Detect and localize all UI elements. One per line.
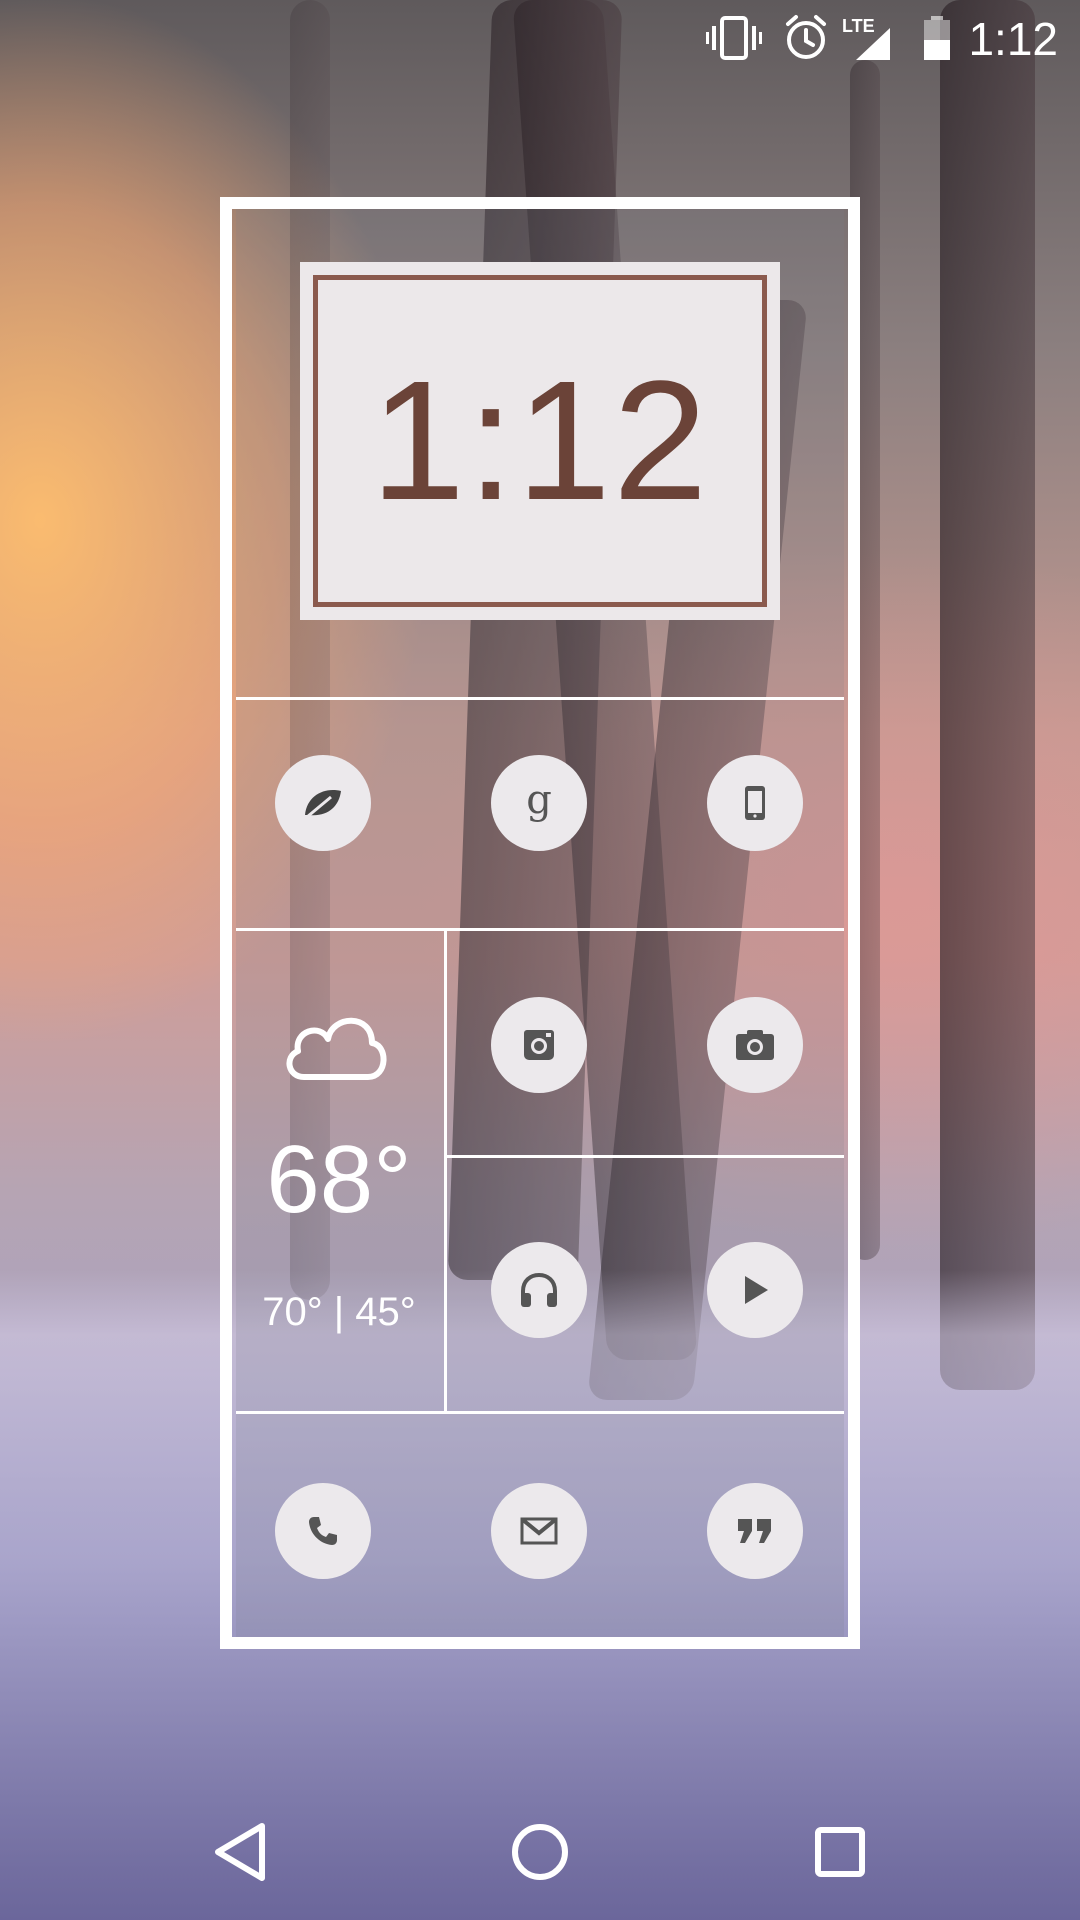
phone-device-button[interactable] <box>707 755 803 851</box>
play-store-button[interactable] <box>707 1242 803 1338</box>
cloud-icon <box>286 1017 387 1080</box>
divider <box>236 1411 844 1414</box>
lte-label: LTE <box>842 16 875 36</box>
divider <box>447 1155 844 1158</box>
music-button[interactable] <box>491 1242 587 1338</box>
divider <box>236 928 844 931</box>
clock-time[interactable]: 1:12 <box>300 262 780 620</box>
back-button[interactable] <box>210 1820 270 1889</box>
home-icon <box>512 1824 568 1880</box>
google-app-button[interactable]: g <box>491 755 587 851</box>
gmail-icon <box>520 1517 558 1545</box>
camera-icon <box>736 1030 774 1060</box>
hangouts-icon <box>738 1519 771 1543</box>
status-time: 1:12 <box>968 13 1058 65</box>
phone-call-button[interactable] <box>275 1483 371 1579</box>
back-icon <box>215 1823 265 1881</box>
camera-button[interactable] <box>707 997 803 1093</box>
alarm-icon <box>782 14 830 67</box>
status-bar: LTE 1:12 <box>0 0 1080 78</box>
divider <box>236 697 844 700</box>
play-icon <box>745 1276 768 1304</box>
phone-device-icon <box>745 786 765 820</box>
leaf-app-button[interactable] <box>275 755 371 851</box>
headphones-icon <box>521 1272 557 1307</box>
phone-call-icon <box>309 1517 337 1545</box>
instagram-icon <box>524 1030 554 1060</box>
recents-icon <box>815 1827 865 1877</box>
home-button[interactable] <box>508 1820 572 1889</box>
weather-temperature: 68° <box>266 1126 412 1233</box>
recents-button[interactable] <box>810 1820 870 1889</box>
instagram-button[interactable] <box>491 997 587 1093</box>
battery-icon <box>922 14 952 67</box>
divider <box>444 928 447 1414</box>
google-icon: g <box>526 777 552 823</box>
hangouts-button[interactable] <box>707 1483 803 1579</box>
weather-high-low: 70° | 45° <box>262 1290 416 1334</box>
gmail-button[interactable] <box>491 1483 587 1579</box>
leaf-icon <box>305 790 341 819</box>
vibrate-icon <box>706 14 762 67</box>
lte-signal-icon: LTE <box>842 14 894 67</box>
